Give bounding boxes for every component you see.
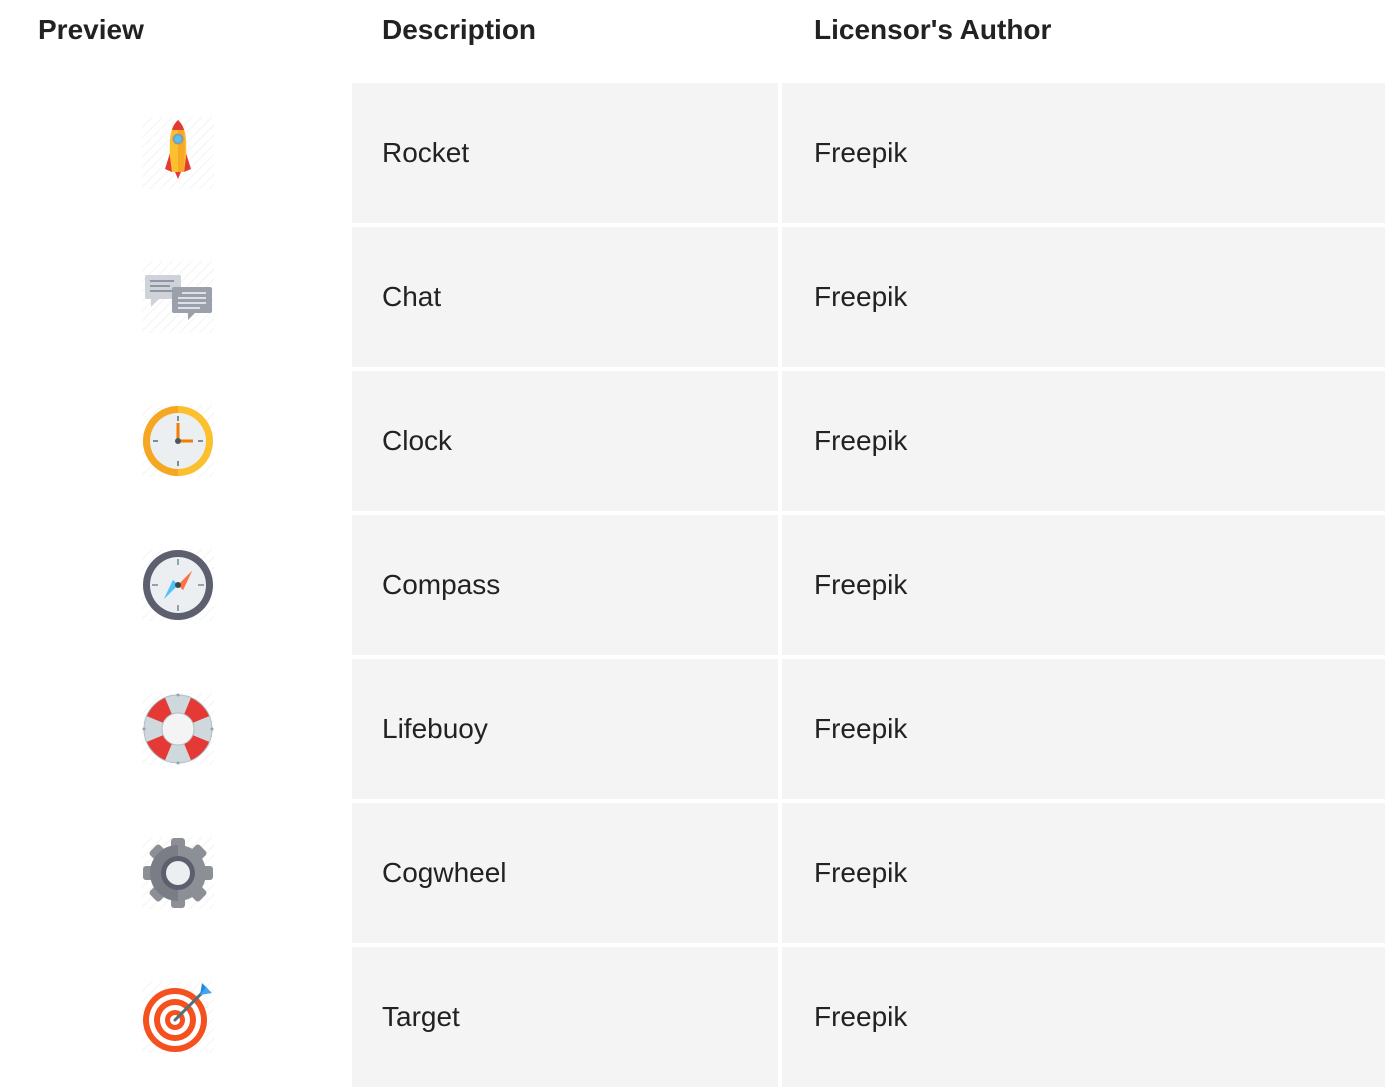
chat-icon bbox=[142, 261, 214, 333]
author-text: Freepik bbox=[814, 137, 908, 168]
table-row: Cogwheel Freepik bbox=[0, 803, 1389, 943]
description-text: Cogwheel bbox=[382, 857, 507, 888]
table-row: Compass Freepik bbox=[0, 515, 1389, 655]
author-cell: Freepik bbox=[782, 803, 1385, 943]
clock-icon bbox=[142, 405, 214, 477]
preview-cell bbox=[0, 83, 352, 223]
preview-cell bbox=[0, 515, 352, 655]
author-cell: Freepik bbox=[782, 83, 1385, 223]
description-cell: Rocket bbox=[352, 83, 778, 223]
author-cell: Freepik bbox=[782, 947, 1385, 1087]
rocket-icon bbox=[142, 117, 214, 189]
cogwheel-icon bbox=[142, 837, 214, 909]
author-cell: Freepik bbox=[782, 371, 1385, 511]
column-header-description: Description bbox=[382, 14, 537, 45]
preview-cell bbox=[0, 227, 352, 367]
preview-cell bbox=[0, 803, 352, 943]
author-text: Freepik bbox=[814, 1001, 908, 1032]
description-cell: Cogwheel bbox=[352, 803, 778, 943]
description-text: Chat bbox=[382, 281, 442, 312]
description-text: Compass bbox=[382, 569, 501, 600]
author-text: Freepik bbox=[814, 425, 908, 456]
author-text: Freepik bbox=[814, 281, 908, 312]
target-icon bbox=[142, 981, 214, 1053]
author-cell: Freepik bbox=[782, 227, 1385, 367]
description-cell: Clock bbox=[352, 371, 778, 511]
table-header: Preview Description Licensor's Author bbox=[0, 0, 1389, 62]
table-row: Lifebuoy Freepik bbox=[0, 659, 1389, 799]
author-text: Freepik bbox=[814, 857, 908, 888]
description-cell: Target bbox=[352, 947, 778, 1087]
table-row: Rocket Freepik bbox=[0, 83, 1389, 223]
preview-cell bbox=[0, 947, 352, 1087]
description-cell: Chat bbox=[352, 227, 778, 367]
author-cell: Freepik bbox=[782, 659, 1385, 799]
author-text: Freepik bbox=[814, 569, 908, 600]
description-cell: Compass bbox=[352, 515, 778, 655]
table-body: Rocket Freepik Chat Freepik Clock Freepi… bbox=[0, 83, 1389, 1091]
author-cell: Freepik bbox=[782, 515, 1385, 655]
compass-icon bbox=[142, 549, 214, 621]
description-cell: Lifebuoy bbox=[352, 659, 778, 799]
description-text: Target bbox=[382, 1001, 460, 1032]
lifebuoy-icon bbox=[142, 693, 214, 765]
table-row: Clock Freepik bbox=[0, 371, 1389, 511]
column-header-preview: Preview bbox=[38, 14, 144, 45]
preview-cell bbox=[0, 371, 352, 511]
table-row: Chat Freepik bbox=[0, 227, 1389, 367]
column-header-author: Licensor's Author bbox=[814, 14, 1052, 45]
table-row: Target Freepik bbox=[0, 947, 1389, 1087]
author-text: Freepik bbox=[814, 713, 908, 744]
description-text: Lifebuoy bbox=[382, 713, 488, 744]
preview-cell bbox=[0, 659, 352, 799]
description-text: Clock bbox=[382, 425, 453, 456]
description-text: Rocket bbox=[382, 137, 470, 168]
